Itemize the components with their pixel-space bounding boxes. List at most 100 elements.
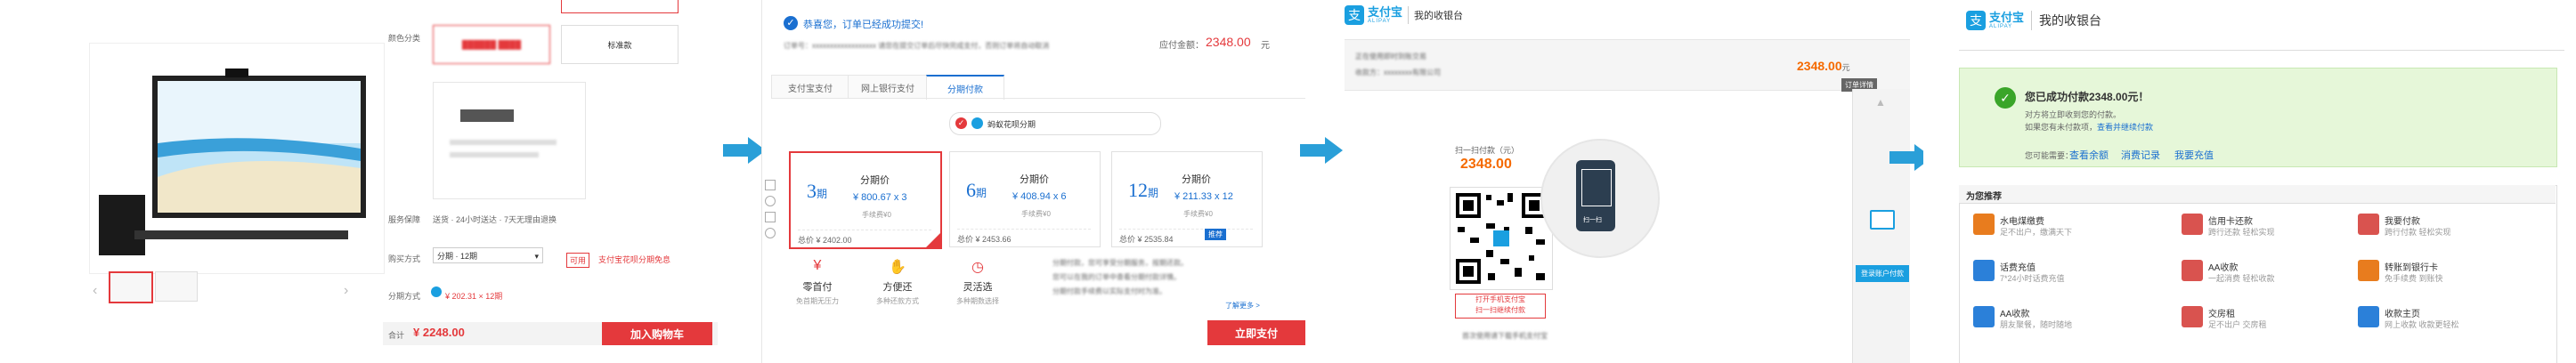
success-panel: 支 支付宝 ALIPAY 我的收银台 ✓ 您已成功付款2348.00元！ 对方将… bbox=[1923, 0, 2576, 363]
pay-now-button[interactable]: 立即支付 bbox=[1207, 320, 1305, 345]
next-image-icon[interactable]: › bbox=[344, 283, 348, 299]
product-panel: ‹ › 颜色分类 ██████ ████ 标准款 服务保障 送货 · 24小时送… bbox=[0, 0, 721, 363]
scan-frame-icon bbox=[1581, 169, 1612, 206]
plan-6[interactable]: 6期 分期价 ¥ 408.94 x 6 手续费¥0 总价 ¥ 2453.66 bbox=[949, 151, 1101, 247]
login-pay-button[interactable]: 登录账户付款 bbox=[1856, 265, 1909, 282]
info-line-1: 正在使用即时到账交易 bbox=[1355, 52, 1426, 60]
more-link-1[interactable]: 查看余额 bbox=[2069, 148, 2109, 162]
color-label: 颜色分类 bbox=[388, 34, 421, 43]
service-item[interactable]: 收款主页 网上收款 收款更轻松 bbox=[2358, 304, 2463, 338]
note-2: 您可以在我的订单中查看分期付款详情。 bbox=[1052, 273, 1181, 281]
service-item[interactable]: AA收款 朋友聚餐，随时随地 bbox=[1973, 304, 2078, 338]
note-link[interactable]: 了解更多 > bbox=[1225, 301, 1260, 311]
qty-select[interactable]: 分期 · 12期 ▾ bbox=[433, 247, 543, 263]
heart-icon[interactable] bbox=[765, 212, 776, 222]
yuan-icon: ¥ bbox=[813, 258, 822, 273]
success-line-2: 如果您有未付款项，查看并继续付款 bbox=[2025, 123, 2154, 132]
collapse-icon[interactable]: ▲ bbox=[1875, 96, 1886, 109]
service-label: 服务保障 bbox=[388, 215, 421, 224]
qty-label: 购买方式 bbox=[388, 254, 421, 263]
utility-icon bbox=[1973, 214, 1995, 235]
product-preview-box bbox=[433, 82, 586, 199]
services-header bbox=[1959, 185, 2556, 204]
success-icon: ✓ bbox=[784, 16, 798, 30]
service-item[interactable]: 交房租 足不出户 交房租 bbox=[2182, 304, 2287, 338]
qr-amount: 2348.00 bbox=[1460, 157, 1512, 172]
side-toolbar bbox=[762, 174, 776, 299]
check-icon: ✓ bbox=[955, 117, 967, 129]
feature-1: ¥ 零首付 免首期无压力 bbox=[796, 258, 839, 305]
installment-toggle[interactable]: ✓ 蚂蚁花呗分期 bbox=[949, 112, 1161, 135]
amount-value: 2348.00 bbox=[1206, 35, 1251, 49]
note-3: 分期付款手续费以实际支付时为准。 bbox=[1052, 287, 1166, 295]
installment-text: ¥ 202.31 × 12期 bbox=[445, 292, 503, 301]
info-line-2: 收款方：xxxxxxxx有限公司 bbox=[1355, 69, 1441, 77]
cashier-amount: 2348.00元 bbox=[1797, 59, 1850, 73]
tab-underline bbox=[771, 98, 1305, 99]
service-item[interactable]: 信用卡还款 跨行还款 轻松实现 bbox=[2182, 212, 2287, 246]
qr-code bbox=[1450, 187, 1553, 290]
qr-footer: 首次使用请下载手机支付宝 bbox=[1462, 332, 1548, 340]
service-icon[interactable] bbox=[765, 228, 776, 238]
plan-3[interactable]: 3期 分期价 ¥ 800.67 x 3 手续费¥0 总价 ¥ 2402.00 bbox=[789, 151, 942, 249]
thumbnail-1[interactable] bbox=[109, 271, 153, 303]
success-line-1: 对方将立即收到您的付款。 bbox=[2025, 110, 2122, 119]
qr-title: 扫一扫付款（元） bbox=[1455, 146, 1520, 155]
bank-transfer-icon bbox=[2358, 260, 2379, 281]
services-title: 为您推荐 bbox=[1966, 192, 2002, 202]
alipay-logo: 支 支付宝 ALIPAY 我的收银台 bbox=[1345, 5, 1463, 25]
header-divider bbox=[1959, 50, 2564, 51]
price: ¥ 2248.00 bbox=[413, 326, 465, 339]
home-page-icon bbox=[2358, 306, 2379, 327]
user-icon[interactable] bbox=[765, 196, 776, 206]
feature-2: ✋ 方便还 多种还款方式 bbox=[876, 260, 919, 305]
service-item[interactable]: 水电煤缴费 足不出户，缴满天下 bbox=[1973, 212, 2078, 246]
feature-3: ◷ 灵活选 多种期数选择 bbox=[956, 260, 999, 305]
tab-alipay[interactable]: 支付宝支付 bbox=[771, 75, 849, 99]
service-text: 送货 · 24小时送达 · 7天无理由退换 bbox=[433, 215, 557, 224]
service-item[interactable]: 转账到银行卡 免手续费 到账快 bbox=[2358, 258, 2463, 292]
amount-label: 应付金额： bbox=[1159, 41, 1204, 51]
option-a[interactable]: ██████ ████ bbox=[433, 25, 550, 64]
service-item[interactable]: 我要付款 跨行付款 轻松实现 bbox=[2358, 212, 2463, 246]
success-check-icon: ✓ bbox=[1995, 87, 2016, 109]
hand-icon: ✋ bbox=[889, 260, 906, 275]
thumbnail-2[interactable] bbox=[155, 271, 198, 302]
computer-icon bbox=[1870, 210, 1895, 230]
cart-icon[interactable] bbox=[765, 180, 776, 190]
chevron-down-icon: ▾ bbox=[534, 252, 539, 261]
service-item[interactable]: 话费充值 7*24小时话费充值 bbox=[1973, 258, 2078, 292]
more-label: 您可能需要： bbox=[2025, 151, 2074, 160]
house-icon bbox=[2182, 306, 2203, 327]
option-top bbox=[561, 0, 679, 13]
alipay-logo-icon: 支 bbox=[1345, 5, 1364, 25]
service-item[interactable]: AA收款 一起消费 轻松收款 bbox=[2182, 258, 2287, 292]
promo-tag: 可用 bbox=[566, 253, 590, 268]
alipay-logo-icon: 支 bbox=[1966, 11, 1986, 30]
subtotal-label: 合计 bbox=[388, 331, 405, 340]
installment-toggle-label: 蚂蚁花呗分期 bbox=[987, 120, 1036, 129]
alipay-icon bbox=[431, 286, 442, 297]
option-b-label: 标准款 bbox=[607, 40, 632, 50]
promo-note: 支付宝花呗分期免息 bbox=[598, 255, 671, 264]
tab-installment[interactable]: 分期付款 bbox=[926, 75, 1004, 100]
collect-icon bbox=[2182, 260, 2203, 281]
huabei-icon bbox=[971, 117, 983, 129]
aa-icon bbox=[1973, 306, 1995, 327]
installment-panel: ✓ 恭喜您，订单已经成功提交! 订单号：xxxxxxxxxxxxxxxxxx 请… bbox=[761, 0, 1319, 363]
tab-netbank[interactable]: 网上银行支付 bbox=[848, 75, 928, 99]
pay-icon bbox=[2358, 214, 2379, 235]
add-to-cart-button[interactable]: 加入购物车 bbox=[602, 322, 712, 345]
more-link-3[interactable]: 我要充值 bbox=[2174, 148, 2214, 162]
clock-icon: ◷ bbox=[971, 260, 984, 275]
alipay-logo: 支 支付宝 ALIPAY 我的收银台 bbox=[1966, 11, 2101, 30]
credit-card-icon bbox=[2182, 214, 2203, 235]
more-link-2[interactable]: 消费记录 bbox=[2121, 148, 2160, 162]
order-info: 订单号：xxxxxxxxxxxxxxxxxx 请您在提交订单后尽快完成支付，否则… bbox=[784, 42, 1050, 50]
plan-12[interactable]: 12期 分期价 ¥ 211.33 x 12 手续费¥0 总价 ¥ 2535.84… bbox=[1111, 151, 1263, 247]
recommend-badge: 推荐 bbox=[1205, 229, 1226, 240]
prev-image-icon[interactable]: ‹ bbox=[93, 283, 97, 299]
option-b[interactable]: 标准款 bbox=[561, 25, 679, 64]
phone-icon bbox=[1973, 260, 1995, 281]
continue-pay-link[interactable]: 查看并继续付款 bbox=[2097, 123, 2153, 132]
